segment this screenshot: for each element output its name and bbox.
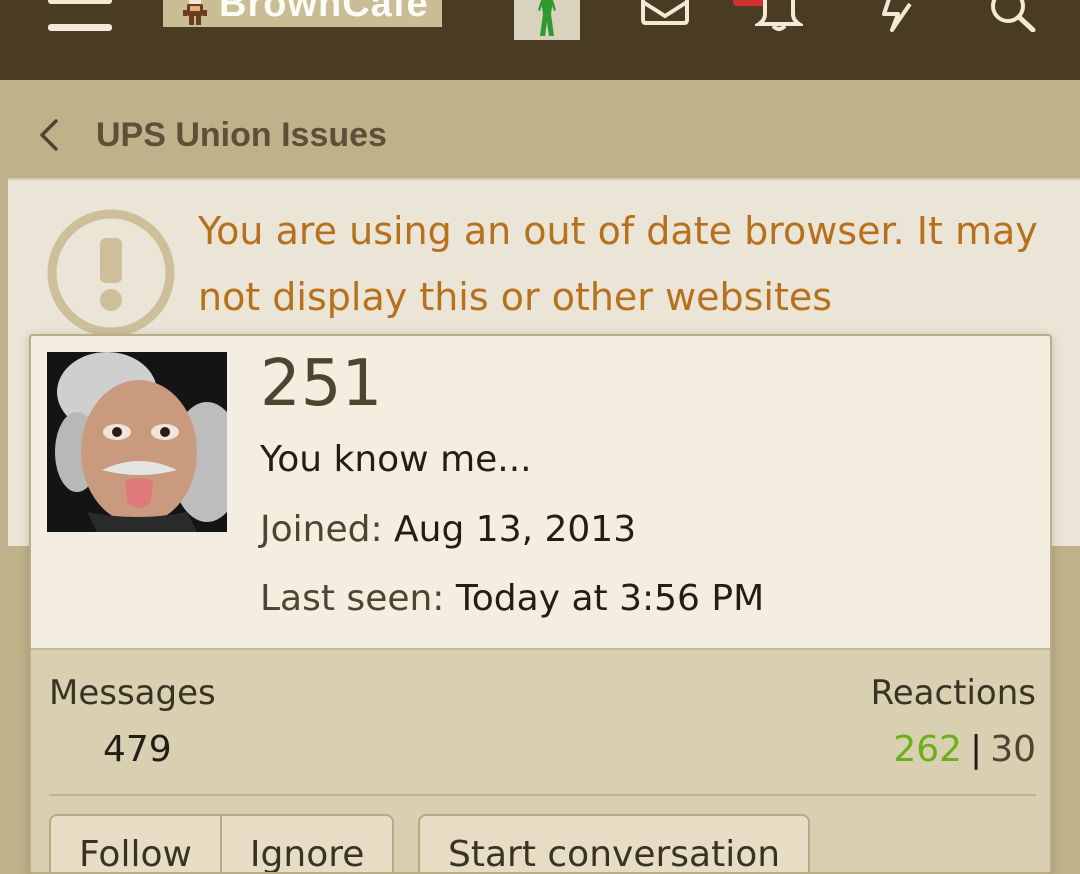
ignore-button[interactable]: Ignore (221, 814, 395, 872)
breadcrumb-label[interactable]: UPS Union Issues (96, 116, 387, 155)
hamburger-menu-icon[interactable] (48, 0, 112, 34)
joined-value: Aug 13, 2013 (394, 509, 637, 550)
member-stats-section: Messages 479 Reactions 262 | 30 Follow Ign… (31, 648, 1050, 872)
reactions-separator: | (970, 729, 983, 770)
chevron-left-icon (40, 119, 58, 151)
exclamation-circle-icon (47, 209, 175, 337)
alert-bell-icon[interactable] (755, 0, 803, 32)
avatar-figure-icon (514, 0, 580, 40)
start-conversation-button[interactable]: Start conversation (418, 814, 811, 872)
member-username[interactable]: 251 (260, 346, 382, 422)
follow-button[interactable]: Follow (49, 814, 222, 872)
logo-figure-icon (183, 0, 207, 25)
member-tooltip-card: 251 You know me... Joined: Aug 13, 2013 … (29, 334, 1052, 874)
stats-divider (49, 794, 1036, 796)
logo-text: BrownCafe (219, 0, 429, 25)
notice-text: You are using an out of date browser. It… (198, 209, 1038, 319)
reactions-positive: 262 (893, 729, 963, 770)
messages-value[interactable]: 479 (103, 726, 172, 774)
member-joined: Joined: Aug 13, 2013 (260, 506, 636, 554)
top-nav-bar: BrownCafe (0, 0, 1080, 80)
follow-ignore-group: Follow Ignore (49, 814, 395, 872)
inbox-envelope-icon[interactable] (640, 0, 690, 26)
member-last-seen: Last seen: Today at 3:56 PM (260, 575, 764, 623)
whats-new-lightning-icon[interactable] (876, 0, 916, 32)
messages-label: Messages (49, 673, 216, 713)
member-user-title: You know me... (260, 439, 532, 480)
member-avatar[interactable] (47, 352, 227, 532)
account-avatar[interactable] (514, 0, 580, 40)
last-seen-label: Last seen: (260, 578, 445, 619)
search-icon[interactable] (988, 0, 1038, 32)
site-logo[interactable]: BrownCafe (163, 0, 442, 27)
breadcrumb[interactable]: UPS Union Issues (36, 112, 387, 158)
joined-label: Joined: (260, 509, 383, 550)
last-seen-value: Today at 3:56 PM (455, 578, 765, 619)
reactions-label: Reactions (870, 673, 1036, 713)
member-avatar-image (47, 352, 227, 532)
reactions-value: 262 | 30 (893, 726, 1036, 774)
reactions-negative: 30 (990, 729, 1036, 770)
